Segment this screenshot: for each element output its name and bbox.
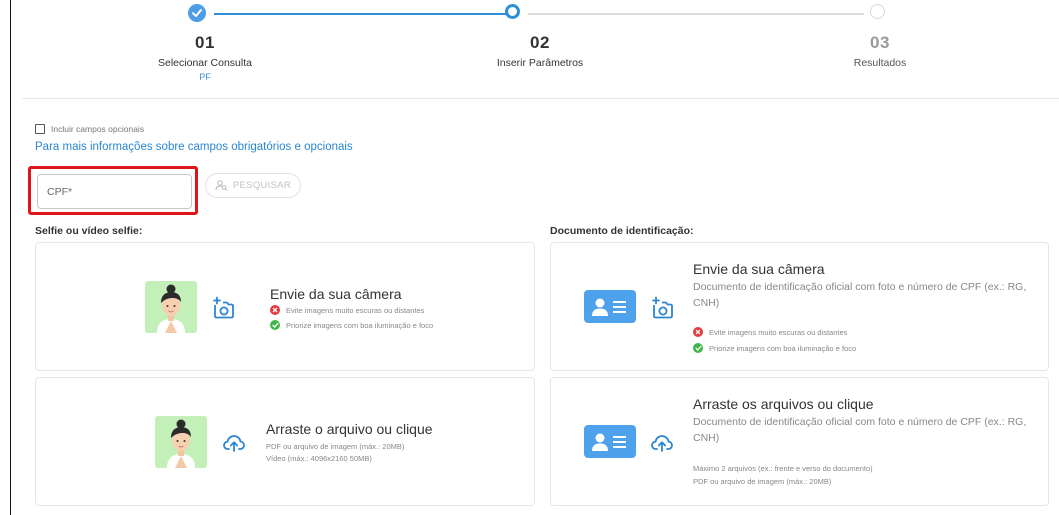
- cloud-upload-icon[interactable]: [651, 433, 673, 453]
- error-icon: [693, 327, 703, 337]
- document-camera-tip: Priorize imagens com boa iluminação e fo…: [693, 343, 856, 353]
- success-icon: [270, 320, 280, 330]
- step-sublabel: PF: [199, 72, 211, 82]
- selfie-avatar-image: [155, 416, 207, 468]
- document-upload-card[interactable]: Arraste os arquivos ou clique Documento …: [550, 377, 1049, 506]
- optional-fields-toggle[interactable]: Incluir campos opcionais: [35, 124, 144, 134]
- cpf-input[interactable]: [37, 174, 192, 209]
- selfie-camera-warning: Evite imagens muito escuras ou distantes: [270, 305, 424, 315]
- selfie-upload-title: Arraste o arquivo ou clique: [266, 421, 433, 437]
- optional-fields-checkbox[interactable]: [35, 124, 45, 134]
- selfie-camera-tip: Priorize imagens com boa iluminação e fo…: [270, 320, 433, 330]
- selfie-camera-card[interactable]: Envie da sua câmera Evite imagens muito …: [35, 242, 535, 371]
- warning-text: Evite imagens muito escuras ou distantes: [286, 305, 425, 315]
- document-camera-title: Envie da sua câmera: [693, 261, 825, 277]
- success-icon: [693, 343, 703, 353]
- person-search-icon: [215, 180, 228, 191]
- stepper-progress-line: [214, 13, 516, 15]
- step-number: 02: [530, 33, 550, 52]
- step-number: 03: [870, 33, 890, 52]
- tip-text: Priorize imagens com boa iluminação e fo…: [286, 320, 434, 330]
- selfie-upload-card[interactable]: Arraste o arquivo ou clique PDF ou arqui…: [35, 377, 535, 506]
- search-button[interactable]: PESQUISAR: [205, 173, 301, 198]
- step-1-indicator[interactable]: [188, 4, 206, 22]
- id-card-icon: [584, 290, 636, 323]
- divider: [22, 98, 1059, 99]
- error-icon: [270, 305, 280, 315]
- cpf-highlight-box: [28, 166, 198, 215]
- selfie-camera-title: Envie da sua câmera: [270, 286, 402, 302]
- document-upload-max-files: Máximo 2 arquivos (ex.: frente e verso d…: [693, 464, 873, 473]
- step-2: 02 Inserir Parâmetros: [475, 33, 605, 69]
- stepper-pending-line: [528, 13, 864, 15]
- optional-fields-label: Incluir campos opcionais: [51, 124, 145, 134]
- document-upload-title: Arraste os arquivos ou clique: [693, 396, 874, 412]
- document-camera-warning: Evite imagens muito escuras ou distantes: [693, 327, 847, 337]
- cloud-upload-icon[interactable]: [223, 433, 245, 453]
- document-camera-desc: Documento de identificação oficial com f…: [693, 281, 1027, 309]
- document-upload-limit: PDF ou arquivo de imagem (máx.: 20MB): [693, 477, 832, 486]
- document-upload-desc: Documento de identificação oficial com f…: [693, 416, 1027, 444]
- selfie-upload-limit: PDF ou arquivo de imagem (máx.: 20MB): [266, 442, 405, 451]
- tip-text: Priorize imagens com boa iluminação e fo…: [709, 343, 857, 353]
- selfie-section-title: Selfie ou vídeo selfie:: [35, 225, 143, 237]
- search-button-label: PESQUISAR: [232, 180, 292, 191]
- id-card-icon: [584, 425, 636, 458]
- step-2-indicator: [505, 4, 520, 19]
- step-1[interactable]: 01 Selecionar Consulta PF: [140, 33, 270, 82]
- document-section-title: Documento de identificação:: [550, 225, 694, 237]
- step-label: Resultados: [853, 57, 907, 69]
- fields-info-link[interactable]: Para mais informações sobre campos obrig…: [35, 141, 353, 153]
- camera-add-icon[interactable]: [651, 296, 675, 320]
- document-camera-card[interactable]: Envie da sua câmera Documento de identif…: [550, 242, 1049, 371]
- step-number: 01: [195, 33, 215, 52]
- selfie-avatar-image: [145, 281, 197, 333]
- step-label: Selecionar Consulta: [158, 57, 252, 69]
- check-icon: [192, 9, 202, 17]
- warning-text: Evite imagens muito escuras ou distantes: [709, 327, 848, 337]
- selfie-upload-video-limit: Vídeo (máx.: 4096x2160 50MB): [266, 454, 372, 463]
- camera-add-icon[interactable]: [212, 296, 236, 320]
- step-3-indicator: [870, 4, 885, 19]
- step-label: Inserir Parâmetros: [496, 57, 584, 69]
- step-3: 03 Resultados: [815, 33, 945, 69]
